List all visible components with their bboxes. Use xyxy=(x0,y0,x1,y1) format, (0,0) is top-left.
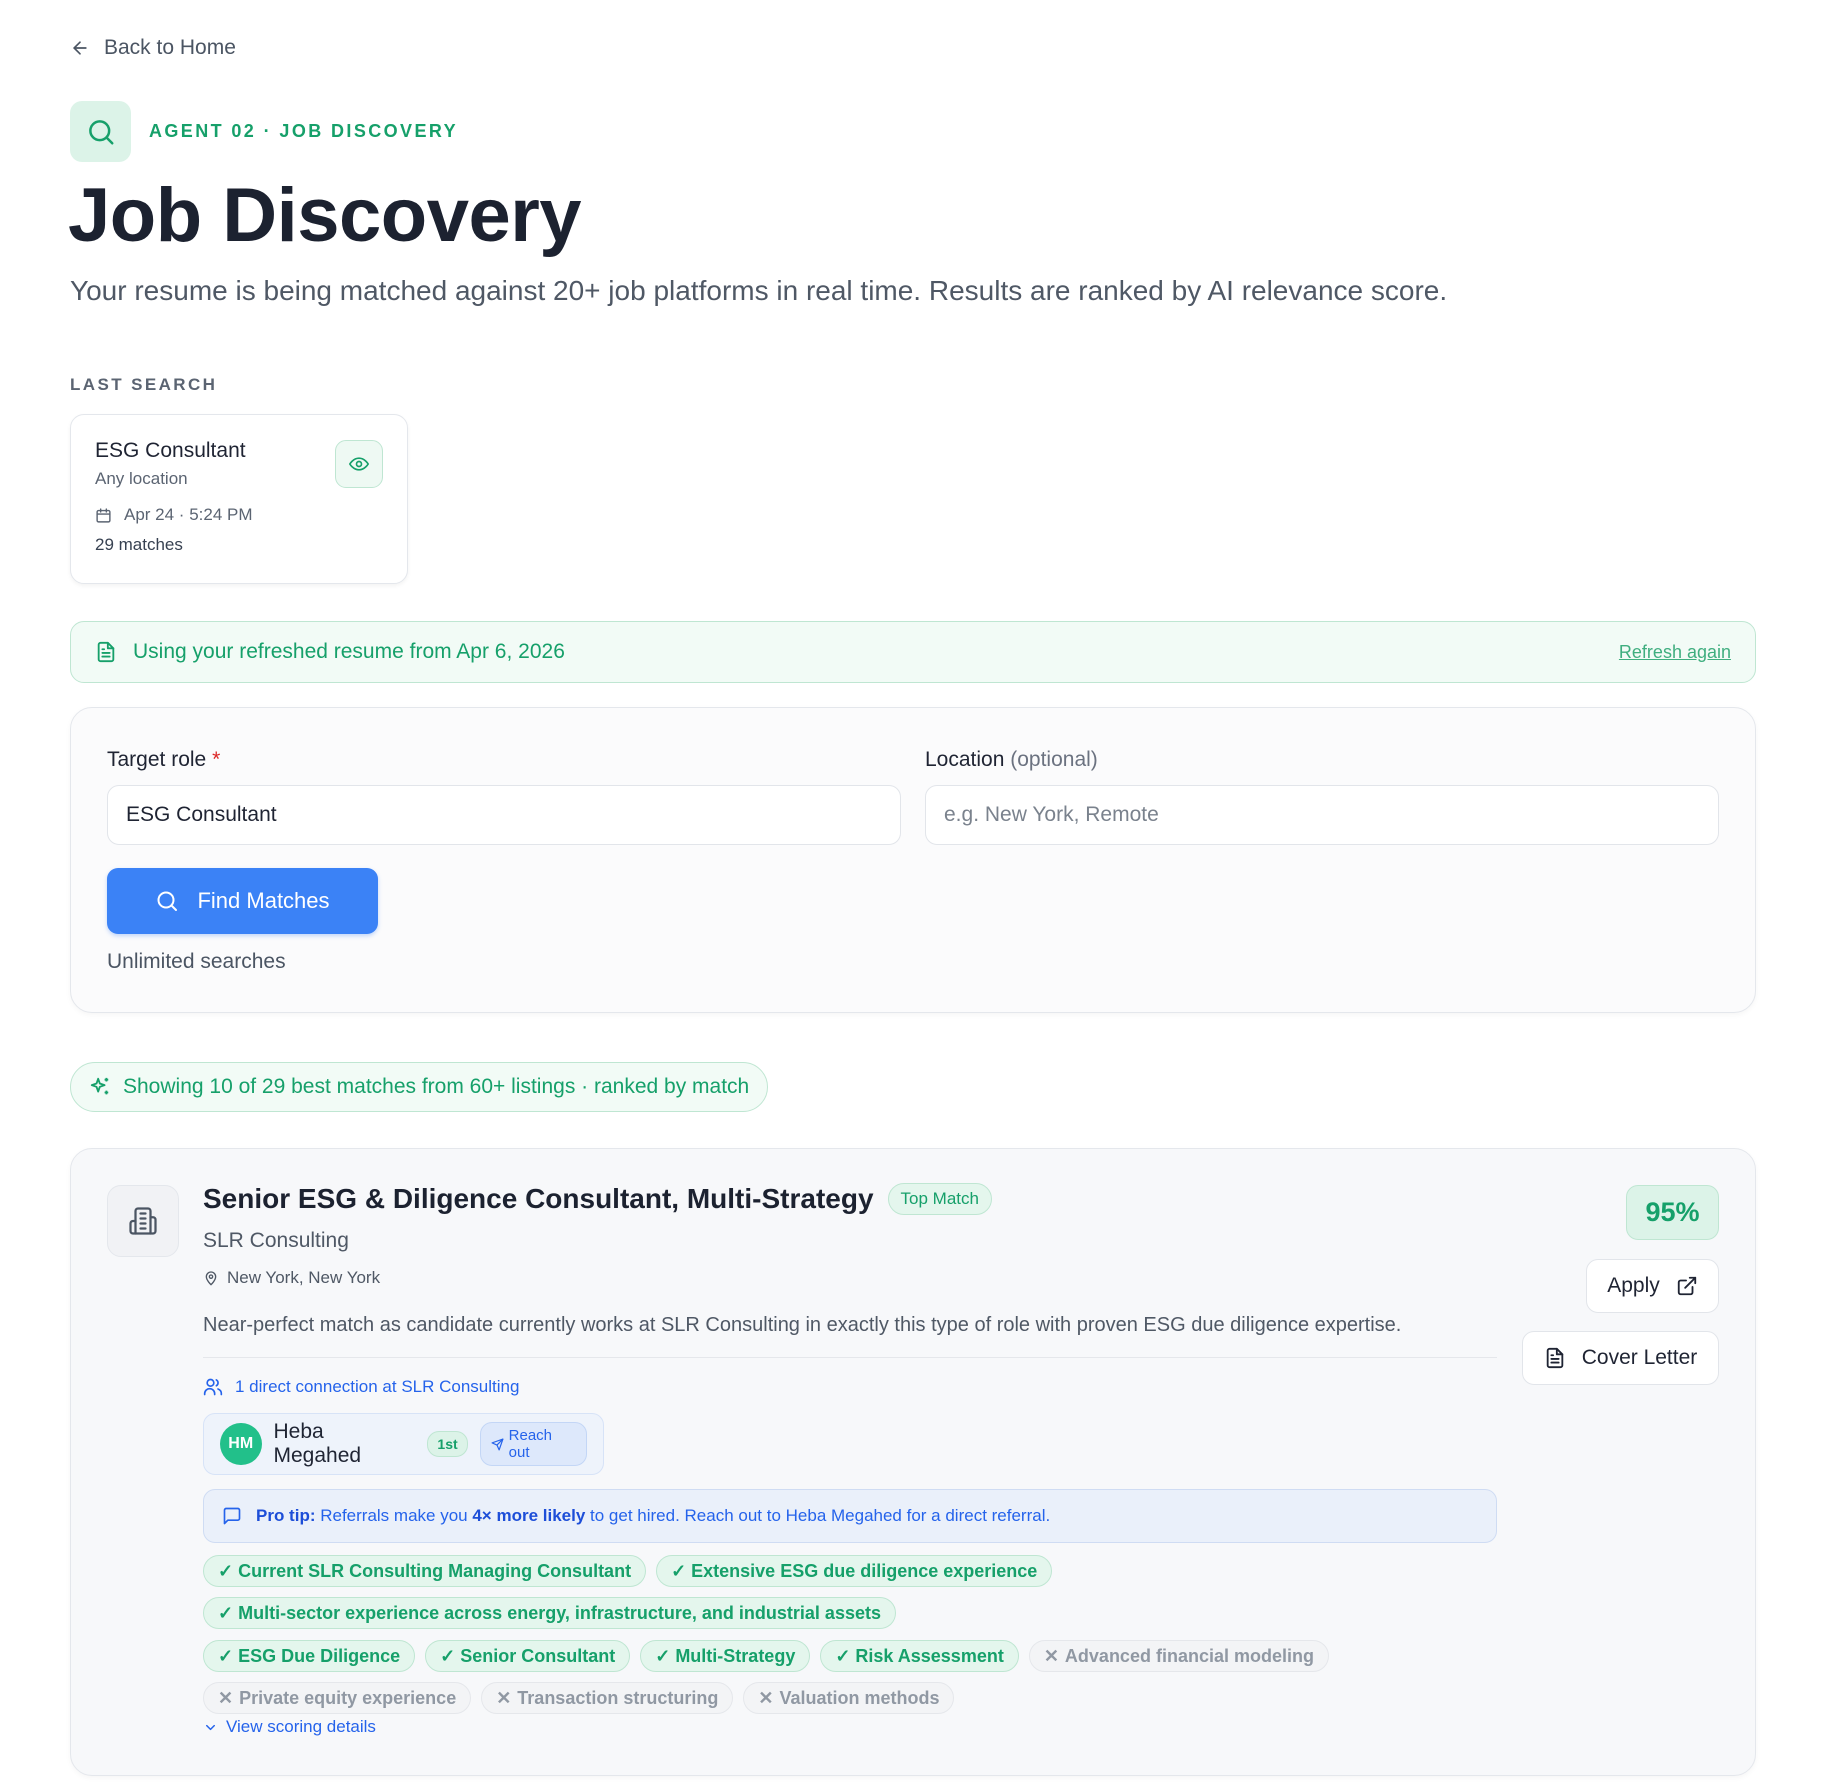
reach-out-label: Reach out xyxy=(508,1427,552,1461)
external-link-icon xyxy=(1676,1275,1698,1297)
resume-banner: Using your refreshed resume from Apr 6, … xyxy=(70,621,1756,683)
location-label-text: Location xyxy=(925,748,1005,771)
skill-missing-tag: ✕ Valuation methods xyxy=(743,1682,955,1714)
refresh-again-link[interactable]: Refresh again xyxy=(1619,642,1731,663)
skill-missing-label: Transaction structuring xyxy=(517,1687,719,1708)
highlights-row-1: ✓ Current SLR Consulting Managing Consul… xyxy=(203,1555,1053,1587)
tip-emphasis: 4× more likely xyxy=(472,1506,586,1525)
highlight-tag: ✓ Multi-sector experience across energy,… xyxy=(203,1597,896,1629)
arrow-left-icon xyxy=(70,38,90,58)
location-input[interactable] xyxy=(925,785,1719,845)
resume-banner-text: Using your refreshed resume from Apr 6, … xyxy=(133,640,565,663)
cover-letter-button[interactable]: Cover Letter xyxy=(1522,1331,1719,1385)
skill-missing-tag: ✕ Advanced financial modeling xyxy=(1028,1640,1329,1672)
contact-name: Heba Megahed xyxy=(273,1420,362,1467)
skill-matched-tag: ✓ ESG Due Diligence xyxy=(203,1640,416,1672)
connection-degree-badge: 1st xyxy=(427,1431,468,1457)
agent-kicker: AGENT 02 · JOB DISCOVERY xyxy=(149,121,458,141)
view-scoring-details-link[interactable]: View scoring details xyxy=(203,1717,376,1737)
match-score-badge: 95% xyxy=(1626,1185,1719,1240)
skill-missing-tag: ✕ Transaction structuring xyxy=(481,1682,734,1714)
tip-lead: Pro tip: xyxy=(256,1506,316,1525)
last-search-datetime: Apr 24 · 5:24 PM xyxy=(124,505,253,524)
connections-link[interactable]: 1 direct connection at SLR Consulting xyxy=(203,1377,519,1397)
file-text-icon xyxy=(1544,1347,1566,1369)
connection-contact: HM Heba Megahed 1st Reach out xyxy=(203,1413,604,1475)
target-role-label: Target role * xyxy=(107,748,220,772)
skills-row-2: ✕ Private equity experience ✕ Transaction … xyxy=(203,1682,955,1714)
skill-missing-label: Private equity experience xyxy=(239,1687,457,1708)
tip-text-2: to get hired. Reach out to Heba Megahed … xyxy=(585,1506,1051,1525)
skill-missing-label: Valuation methods xyxy=(779,1687,940,1708)
back-label: Back to Home xyxy=(104,36,236,59)
message-square-icon xyxy=(222,1506,242,1526)
search-quota-text: Unlimited searches xyxy=(107,950,286,973)
find-matches-button[interactable]: Find Matches xyxy=(107,868,378,934)
scoring-link-label: View scoring details xyxy=(226,1717,376,1736)
search-icon xyxy=(70,101,131,162)
skill-matched-tag: ✓ Senior Consultant xyxy=(425,1640,631,1672)
required-marker: * xyxy=(212,748,221,771)
results-summary-pill: Showing 10 of 29 best matches from 60+ l… xyxy=(70,1062,769,1112)
job-title[interactable]: Senior ESG & Diligence Consultant, Multi… xyxy=(203,1183,874,1215)
job-location-text: New York, New York xyxy=(227,1268,381,1287)
x-icon: ✕ xyxy=(758,1687,774,1708)
last-search-matches: 29 matches xyxy=(95,535,183,554)
apply-label: Apply xyxy=(1607,1274,1660,1297)
find-matches-label: Find Matches xyxy=(197,888,330,913)
page-title: Job Discovery xyxy=(68,173,582,258)
skill-matched-tag: ✓ Risk Assessment xyxy=(820,1640,1019,1672)
chevron-down-icon xyxy=(203,1720,218,1735)
connections-text: 1 direct connection at SLR Consulting xyxy=(235,1377,520,1396)
highlights-row-2: ✓ Multi-sector experience across energy,… xyxy=(203,1597,896,1629)
x-icon: ✕ xyxy=(496,1687,512,1708)
x-icon: ✕ xyxy=(218,1687,234,1708)
referral-tip-text: Pro tip: Referrals make you 4× more like… xyxy=(256,1506,1050,1526)
location-label: Location (optional) xyxy=(925,748,1098,772)
skill-missing-label: Advanced financial modeling xyxy=(1064,1645,1314,1666)
eye-icon xyxy=(349,454,369,474)
skill-missing-tag: ✕ Private equity experience xyxy=(203,1682,472,1714)
job-title-row: Senior ESG & Diligence Consultant, Multi… xyxy=(203,1183,992,1215)
users-icon xyxy=(203,1377,223,1397)
avatar: HM xyxy=(220,1423,262,1465)
tip-text-1: Referrals make you xyxy=(315,1506,473,1525)
sparkles-icon xyxy=(89,1076,111,1098)
skills-row-1: ✓ ESG Due Diligence ✓ Senior Consultant … xyxy=(203,1640,1329,1672)
job-location: New York, New York xyxy=(203,1268,380,1288)
last-search-date: Apr 24 · 5:24 PM xyxy=(95,505,383,525)
x-icon: ✕ xyxy=(1043,1645,1059,1666)
job-card: Senior ESG & Diligence Consultant, Multi… xyxy=(70,1148,1756,1776)
skill-matched-tag: ✓ Multi-Strategy xyxy=(640,1640,811,1672)
page-subtitle: Your resume is being matched against 20+… xyxy=(70,275,1448,306)
view-search-button[interactable] xyxy=(335,440,383,488)
search-form: Target role * Location (optional) Find M… xyxy=(70,707,1756,1013)
target-role-label-text: Target role xyxy=(107,748,207,771)
highlight-tag: ✓ Current SLR Consulting Managing Consul… xyxy=(203,1555,647,1587)
top-match-badge: Top Match xyxy=(887,1183,992,1215)
company-name: SLR Consulting xyxy=(203,1229,349,1252)
match-summary: Near-perfect match as candidate currentl… xyxy=(203,1314,1402,1336)
last-search-label: LAST SEARCH xyxy=(70,375,218,394)
apply-button[interactable]: Apply xyxy=(1586,1259,1719,1313)
target-role-input[interactable] xyxy=(107,785,901,845)
back-to-home-link[interactable]: Back to Home xyxy=(70,36,236,60)
job-discovery-page: Back to Home AGENT 02 · JOB DISCOVERY Jo… xyxy=(0,0,1828,1783)
cover-letter-label: Cover Letter xyxy=(1581,1346,1698,1369)
results-summary-text: Showing 10 of 29 best matches from 60+ l… xyxy=(123,1075,750,1098)
send-icon xyxy=(491,1437,504,1451)
reach-out-button[interactable]: Reach out xyxy=(479,1422,587,1466)
last-search-card[interactable]: ESG Consultant Any location Apr 24 · 5:2… xyxy=(70,414,408,584)
agent-header: AGENT 02 · JOB DISCOVERY xyxy=(70,101,458,162)
divider xyxy=(203,1357,1497,1358)
map-pin-icon xyxy=(203,1270,219,1286)
file-text-icon xyxy=(95,641,117,663)
calendar-icon xyxy=(95,507,112,524)
highlight-tag: ✓ Extensive ESG due diligence experience xyxy=(656,1555,1053,1587)
referral-tip: Pro tip: Referrals make you 4× more like… xyxy=(203,1489,1497,1543)
optional-marker: (optional) xyxy=(1010,748,1098,771)
search-icon xyxy=(155,889,179,913)
building-icon xyxy=(107,1185,179,1257)
